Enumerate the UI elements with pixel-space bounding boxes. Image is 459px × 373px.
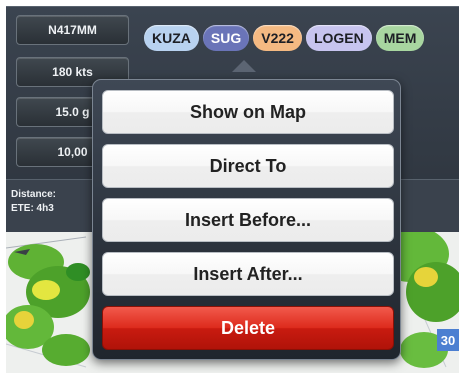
app-window: N417MM 180 kts 15.0 g 10,00 KUZA SUG V22… (6, 6, 459, 373)
insert-after-button[interactable]: Insert After... (102, 252, 394, 296)
aircraft-button[interactable]: N417MM (16, 15, 129, 45)
map-label-badge: 30 (437, 329, 459, 351)
popover-arrow (232, 60, 256, 72)
delete-button[interactable]: Delete (102, 306, 394, 350)
waypoint-chip-logen[interactable]: LOGEN (305, 25, 372, 51)
waypoint-action-popover: Show on Map Direct To Insert Before... I… (92, 79, 401, 360)
waypoint-chip-sug[interactable]: SUG (202, 25, 250, 51)
waypoint-chip-mem[interactable]: MEM (375, 25, 425, 51)
route-waypoints: KUZA SUG V222 LOGEN MEM (144, 25, 425, 53)
direct-to-button[interactable]: Direct To (102, 144, 394, 188)
show-on-map-button[interactable]: Show on Map (102, 90, 394, 134)
waypoint-chip-v222[interactable]: V222 (253, 25, 302, 51)
insert-before-button[interactable]: Insert Before... (102, 198, 394, 242)
waypoint-chip-kuza[interactable]: KUZA (144, 25, 199, 51)
